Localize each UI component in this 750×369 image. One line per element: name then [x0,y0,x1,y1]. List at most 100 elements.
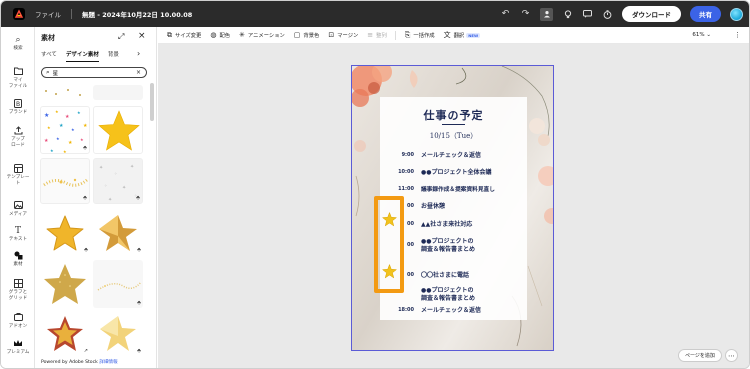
background-icon: ▢ [293,31,301,39]
undo-icon[interactable]: ↶ [500,9,511,20]
rail-item-elements[interactable]: 素材 [1,251,35,268]
asset-tile[interactable]: ★ ★ ★ ★ ★ ★ ★ ★ ★ ★ ★ ★ ★ ★ ⬘ [40,106,90,154]
star-icon[interactable] [382,212,397,227]
background-color-button[interactable]: ▢ 背景色 [294,31,320,39]
schedule-task: ●●プロジェクトの 調査＆報告書まとめ [421,287,476,302]
editor-toolbar: ⧉ サイズ変更 ◍ 配色 ✳ アニメーション ▢ 背景色 ⊡ マージン ≡ 整列… [158,27,749,44]
download-button[interactable]: ダウンロード [622,6,681,22]
rail-label: ブランド [8,110,28,115]
tab-all[interactable]: すべて [41,50,57,62]
share-button[interactable]: 共有 [690,6,721,22]
rail-item-search[interactable]: ⌕ 検索 [1,35,35,52]
close-icon[interactable]: × [138,31,146,41]
schedule-task: 議事録作成＆提案資料見直し [421,187,495,193]
lightbulb-icon[interactable] [562,9,573,20]
details-link[interactable]: 詳細情報 [99,360,117,365]
redo-icon[interactable]: ↷ [520,9,531,20]
align-button[interactable]: ≡ 整列 [367,31,386,39]
timer-icon[interactable] [602,9,613,20]
svg-text:✦: ✦ [99,165,103,171]
title-underline [442,124,465,125]
rail-item-premium[interactable]: プレミアム [1,339,35,356]
tool-label: マージン [337,33,359,39]
schedule-task: ●●プロジェクトの 調査＆報告書まとめ [421,238,476,253]
more-options-icon[interactable]: ⋯ [725,349,738,362]
rail-label: アドオン [8,324,28,329]
upload-icon [1,126,35,136]
rail-item-addons[interactable]: アドオン [1,313,35,330]
tab-design-elements[interactable]: デザイン素材 [65,50,99,62]
rail-item-upload[interactable]: アップ ロード [1,126,35,148]
rail-item-media[interactable]: メディア [1,201,35,218]
clear-icon[interactable]: × [136,69,141,76]
svg-text:✦: ✦ [130,164,134,170]
more-icon[interactable]: ⋮ [734,31,741,39]
chevron-right-icon[interactable]: › [137,49,140,58]
asset-tile[interactable] [93,85,143,100]
svg-text:B: B [16,101,20,108]
adobe-stock-icon: ⬘ [83,145,87,151]
chart-icon [1,279,35,289]
document-page[interactable]: 仕事の予定 10/15（Tue） 9:00 メールチェック＆返信 10:00 ●… [351,65,554,351]
svg-text:★: ★ [71,127,75,132]
tool-label: 一括作成 [413,33,435,39]
schedule-task: メールチェック＆返信 [421,307,482,314]
asset-tile[interactable]: ⬘ [40,158,90,204]
schedule-task: 〇〇社さまに電話 [421,272,470,279]
expand-icon[interactable]: ⤢ [118,32,124,42]
asset-tile[interactable]: ⬘ [40,210,90,255]
rail-item-templates[interactable]: テンプレー ト [1,164,35,186]
comment-icon[interactable] [582,9,593,20]
margin-button[interactable]: ⊡ マージン [328,31,358,39]
powered-by-text: Powered by Adobe Stock [41,360,98,365]
elements-panel: 素材 ⤢ × すべて デザイン素材 背景 › ⌕ 星 × ★ ★ ★ ★ ★ ★ ★ ★… [35,27,157,368]
add-page-button[interactable]: ページを追加 [678,349,722,362]
schedule-time: 10:00 [398,169,414,175]
schedule-title[interactable]: 仕事の予定 [380,107,527,123]
avatar[interactable] [730,7,743,21]
asset-tile[interactable]: ⬘ [93,312,143,356]
adobe-stock-icon: ⬘ [137,247,141,253]
asset-tile[interactable] [93,106,143,154]
tab-backgrounds[interactable]: 背景 [108,50,119,62]
resize-icon: ⧉ [167,30,172,39]
schedule-date[interactable]: 10/15（Tue） [380,131,527,141]
media-icon [1,201,35,211]
svg-text:✧: ✧ [104,183,108,188]
rail-item-text[interactable]: T テキスト [1,226,35,243]
svg-text:★: ★ [44,138,49,144]
rail-item-brand[interactable]: B ブランド [1,99,35,116]
rail-label: マイ ファイル [8,78,28,89]
zoom-select[interactable]: 61% ⌄ [692,32,711,38]
asset-tile[interactable]: ⬘ [93,260,143,308]
schedule-time: 9:00 [401,152,414,158]
panel-title: 素材 [41,34,55,42]
asset-tile[interactable]: ⬘ [93,210,143,255]
svg-text:★: ★ [80,137,84,142]
color-theme-button[interactable]: ◍ 配色 [210,31,230,39]
asset-tile[interactable]: ✦ ✧ ✦ ✧ ✦ ✧ ✦ ⬘ [93,158,143,204]
search-input[interactable]: ⌕ 星 × [41,67,147,78]
asset-tile[interactable] [40,260,90,308]
scrollbar[interactable] [150,83,154,121]
translate-button[interactable]: 文 翻訳 NEW [444,30,481,40]
bulk-create-button[interactable]: ⎘ 一括作成 [405,31,435,40]
svg-text:★: ★ [77,110,81,115]
asset-tile[interactable] [40,85,90,100]
rail-label: 検索 [13,46,23,51]
user-add-icon[interactable] [540,7,553,21]
document-title[interactable]: 無題 - 2024年10月22日 10.00.08 [82,9,192,19]
star-icon[interactable] [382,264,397,279]
resize-button[interactable]: ⧉ サイズ変更 [167,31,201,40]
rail-item-my-files[interactable]: マイ ファイル [1,67,35,89]
animation-button[interactable]: ✳ アニメーション [239,31,285,39]
adobe-express-logo-icon[interactable] [13,8,25,20]
folder-icon [1,67,35,77]
svg-text:★: ★ [44,112,49,119]
tool-label: 配色 [219,33,231,39]
schedule-task: ●●プロジェクト全体会議 [421,169,492,176]
rail-item-charts[interactable]: グラフと グリッド [1,279,35,301]
file-menu[interactable]: ファイル [35,9,61,19]
svg-text:★: ★ [55,109,59,114]
asset-tile[interactable]: ↗ [40,312,90,356]
